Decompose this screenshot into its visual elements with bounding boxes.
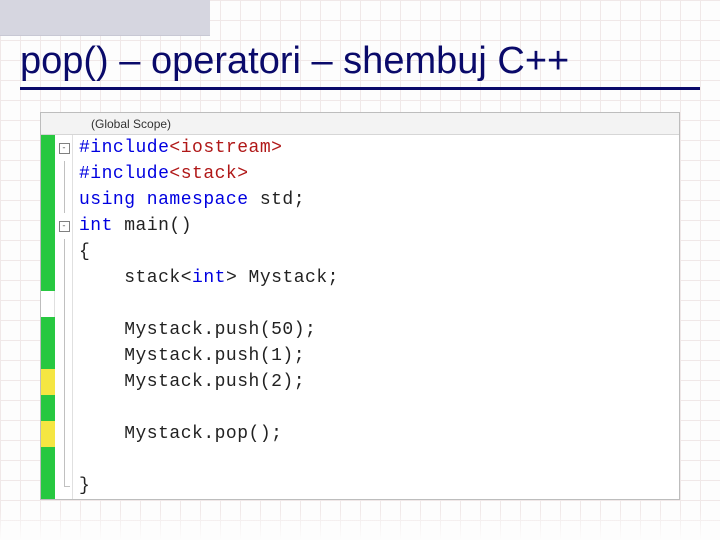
code-editor: (Global Scope) -- #include<iostream>#inc… — [40, 112, 680, 500]
fold-gutter: -- — [55, 135, 73, 499]
minus-icon: - — [59, 221, 70, 232]
coverage-cell — [41, 369, 55, 395]
coverage-cell — [41, 421, 55, 447]
slide-title: pop() – operatori – shembuj C++ — [20, 40, 700, 90]
fold-guide — [55, 395, 73, 421]
code-line[interactable]: #include<iostream> — [79, 135, 679, 161]
fold-guide — [55, 161, 73, 187]
code-line[interactable] — [79, 447, 679, 473]
coverage-cell — [41, 291, 55, 317]
coverage-cell — [41, 213, 55, 239]
code-area[interactable]: #include<iostream>#include<stack>using n… — [73, 135, 679, 499]
code-line[interactable]: int main() — [79, 213, 679, 239]
coverage-gutter — [41, 135, 55, 499]
coverage-cell — [41, 395, 55, 421]
code-line[interactable]: Mystack.push(2); — [79, 369, 679, 395]
top-placeholder-bar — [0, 0, 210, 36]
code-line[interactable]: stack<int> Mystack; — [79, 265, 679, 291]
code-body: -- #include<iostream>#include<stack>usin… — [41, 135, 679, 499]
fold-guide — [55, 239, 73, 265]
coverage-cell — [41, 187, 55, 213]
code-line[interactable]: } — [79, 473, 679, 499]
code-line[interactable]: using namespace std; — [79, 187, 679, 213]
fold-guide — [55, 291, 73, 317]
fold-guide — [55, 369, 73, 395]
fold-guide — [55, 187, 73, 213]
fold-guide — [55, 317, 73, 343]
coverage-cell — [41, 317, 55, 343]
scope-label: (Global Scope) — [91, 117, 171, 131]
code-line[interactable]: { — [79, 239, 679, 265]
fold-guide-end — [55, 473, 73, 499]
code-line[interactable]: Mystack.push(50); — [79, 317, 679, 343]
fold-toggle[interactable]: - — [55, 213, 73, 239]
code-line[interactable] — [79, 291, 679, 317]
fold-guide — [55, 343, 73, 369]
code-line[interactable]: Mystack.pop(); — [79, 421, 679, 447]
minus-icon: - — [59, 143, 70, 154]
coverage-cell — [41, 161, 55, 187]
fold-guide — [55, 421, 73, 447]
coverage-cell — [41, 473, 55, 499]
fold-guide — [55, 447, 73, 473]
code-line[interactable] — [79, 395, 679, 421]
scope-dropdown[interactable]: (Global Scope) — [41, 113, 679, 135]
coverage-cell — [41, 135, 55, 161]
fold-toggle[interactable]: - — [55, 135, 73, 161]
coverage-cell — [41, 265, 55, 291]
code-line[interactable]: #include<stack> — [79, 161, 679, 187]
coverage-cell — [41, 343, 55, 369]
coverage-cell — [41, 239, 55, 265]
bottom-fade — [0, 510, 720, 540]
coverage-cell — [41, 447, 55, 473]
fold-guide — [55, 265, 73, 291]
code-line[interactable]: Mystack.push(1); — [79, 343, 679, 369]
